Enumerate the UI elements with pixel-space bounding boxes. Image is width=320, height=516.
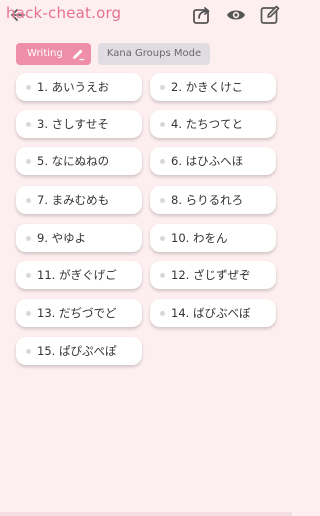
bullet-icon (26, 310, 31, 316)
kana-group-label: 7. まみむめも (37, 193, 110, 207)
bullet-icon (160, 310, 165, 316)
kana-group-label: 2. かきくけこ (171, 80, 244, 94)
kana-group-label: 11. がぎぐげご (37, 268, 117, 282)
kana-group-card[interactable]: 3. さしすせそ (16, 110, 142, 138)
kana-group-card[interactable]: 14. ばびぶべぼ (150, 299, 276, 327)
kana-group-card[interactable]: 13. だぢづでど (16, 299, 142, 327)
kana-group-label: 5. なにぬねの (37, 154, 110, 168)
edit-icon[interactable] (259, 4, 281, 26)
kana-group-label: 12. ざじずぜぞ (171, 268, 251, 282)
bullet-icon (26, 272, 31, 278)
bullet-icon (160, 197, 165, 203)
kana-group-label: 8. らりるれろ (171, 193, 244, 207)
bullet-icon (160, 121, 165, 127)
kana-groups-mode-button[interactable]: Kana Groups Mode (98, 43, 210, 65)
writing-mode-button[interactable]: Writing (16, 43, 91, 65)
bullet-icon (26, 158, 31, 164)
kana-group-label: 10. わをん (171, 231, 228, 245)
kana-group-card[interactable]: 6. はひふへほ (150, 147, 276, 175)
bullet-icon (160, 84, 165, 90)
bullet-icon (26, 348, 31, 354)
bullet-icon (26, 235, 31, 241)
bullet-icon (26, 84, 31, 90)
pencil-icon (73, 49, 85, 61)
share-icon[interactable] (191, 4, 213, 26)
kana-groups-mode-label: Kana Groups Mode (106, 48, 202, 59)
kana-group-card[interactable]: 8. らりるれろ (150, 186, 276, 214)
kana-group-label: 9. やゆよ (37, 231, 87, 245)
bullet-icon (160, 158, 165, 164)
kana-group-label: 6. はひふへほ (171, 154, 244, 168)
bullet-icon (160, 272, 165, 278)
kana-group-card[interactable]: 10. わをん (150, 224, 276, 252)
writing-mode-label: Writing (27, 48, 63, 59)
kana-group-card[interactable]: 1. あいうえお (16, 73, 142, 101)
kana-group-card[interactable]: 4. たちつてと (150, 110, 276, 138)
kana-group-card[interactable]: 5. なにぬねの (16, 147, 142, 175)
kana-group-label: 3. さしすせそ (37, 117, 109, 131)
app-screen: { "header": { "watermark": "hack-cheat.o… (0, 0, 292, 516)
kana-group-label: 1. あいうえお (37, 80, 110, 94)
kana-group-card[interactable]: 9. やゆよ (16, 224, 142, 252)
bullet-icon (160, 235, 165, 241)
kana-group-label: 4. たちつてと (171, 117, 244, 131)
kana-group-card[interactable]: 2. かきくけこ (150, 73, 276, 101)
watermark-text: hack-cheat.org (6, 4, 122, 22)
bottom-divider (0, 512, 292, 516)
kana-group-label: 14. ばびぶべぼ (171, 306, 251, 320)
kana-group-card[interactable]: 15. ぱぴぷぺぽ (16, 337, 142, 365)
bullet-icon (26, 197, 31, 203)
kana-group-card[interactable]: 11. がぎぐげご (16, 261, 142, 289)
kana-group-label: 15. ぱぴぷぺぽ (37, 344, 117, 358)
kana-group-card[interactable]: 7. まみむめも (16, 186, 142, 214)
bullet-icon (26, 121, 31, 127)
top-bar: hack-cheat.org (0, 0, 292, 30)
kana-group-card[interactable]: 12. ざじずぜぞ (150, 261, 276, 289)
kana-group-label: 13. だぢづでど (37, 306, 117, 320)
eye-icon[interactable] (225, 4, 247, 26)
